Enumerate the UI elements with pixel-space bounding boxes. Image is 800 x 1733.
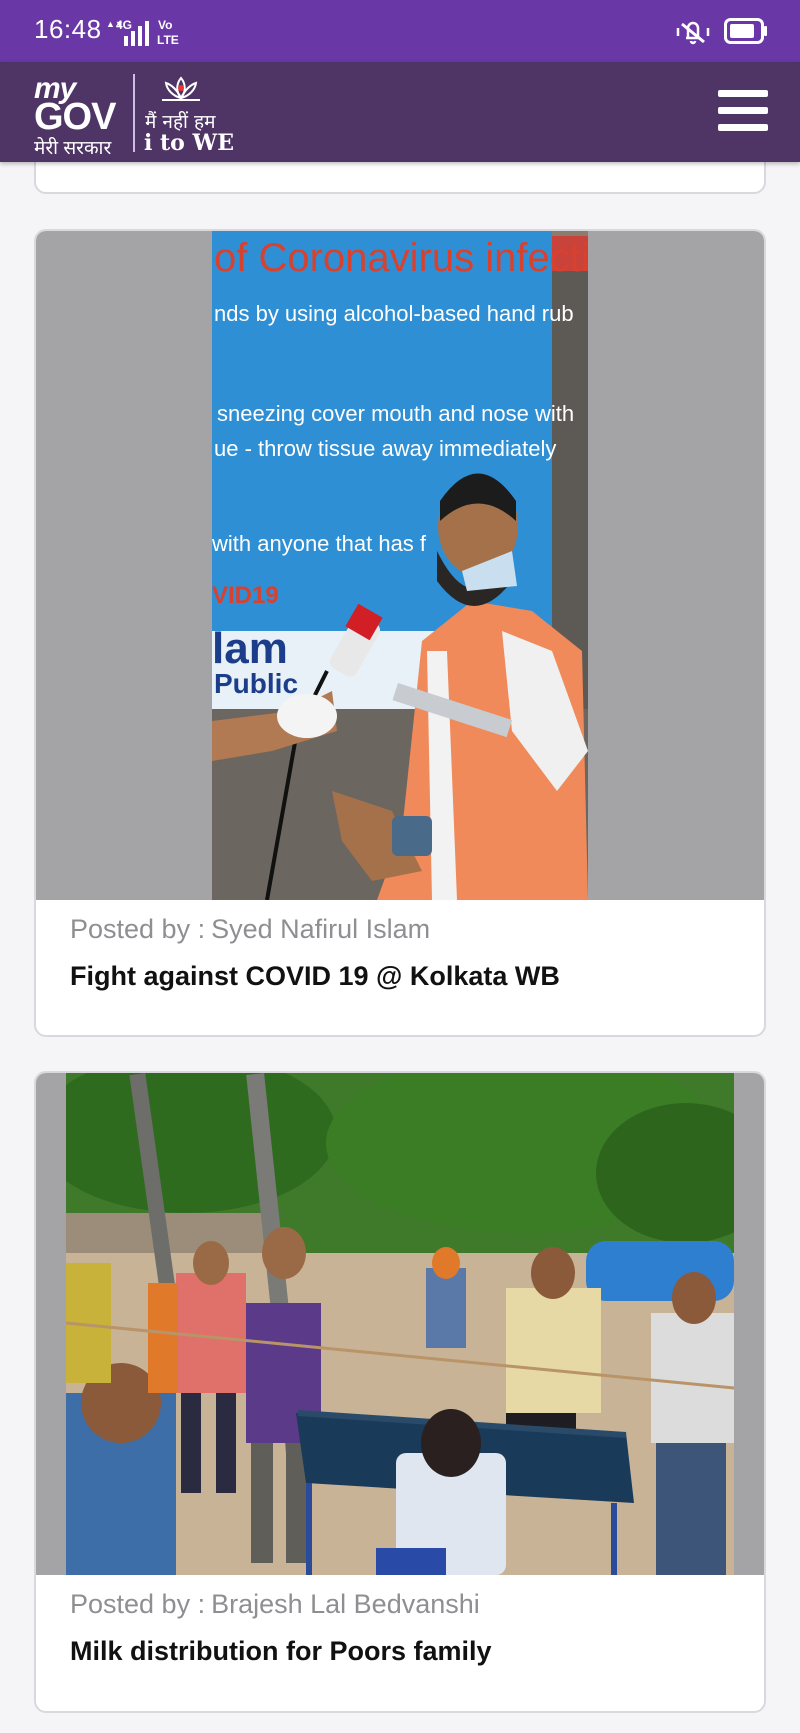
svg-text:ue - throw tissue away immedia: ue - throw tissue away immediately [214, 436, 556, 461]
app-header: my GOV मेरी सरकार मैं नहीं हम i to WE [0, 62, 800, 162]
logo-divider [133, 74, 135, 152]
signal-icon: ▲▼ 4G Vo LTE [106, 18, 179, 47]
post-card[interactable]: Posted by : Brajesh Lal Bedvanshi Milk d… [34, 1071, 766, 1713]
svg-text:LTE: LTE [157, 33, 179, 47]
logo-gov: GOV [34, 96, 116, 138]
post-body: Posted by : Syed Nafirul Islam Fight aga… [36, 900, 764, 992]
status-bar: 16:48 ▲▼ 4G Vo LTE [0, 0, 800, 62]
svg-text:with anyone that has f: with anyone that has f [212, 531, 427, 556]
svg-text:sneezing cover mouth and nose: sneezing cover mouth and nose with [217, 401, 574, 426]
post-image[interactable] [36, 1073, 764, 1575]
post-author: Posted by : Syed Nafirul Islam [70, 914, 764, 945]
svg-text:VID19: VID19 [212, 582, 279, 609]
lotus-emblem-icon [162, 76, 200, 101]
post-card[interactable]: of Coronavirus infection : nds by using … [34, 229, 766, 1037]
milk-distribution-photo [66, 1073, 734, 1575]
battery-icon [724, 18, 767, 44]
svg-text:of Coronavirus infection :: of Coronavirus infection : [214, 236, 588, 280]
author-name: Syed Nafirul Islam [211, 914, 431, 944]
post-body: Posted by : Brajesh Lal Bedvanshi Milk d… [36, 1575, 764, 1667]
status-right-icons [676, 16, 768, 46]
svg-text:Public: Public [214, 668, 298, 699]
status-time: 16:48 [34, 14, 102, 44]
network-type: 4G [116, 18, 132, 32]
svg-text:nds by using alcohol-based han: nds by using alcohol-based hand rub [214, 301, 574, 326]
logo-hindi-text: मेरी सरकार [34, 138, 112, 159]
post-author: Posted by : Brajesh Lal Bedvanshi [70, 1589, 764, 1620]
svg-text:lam: lam [212, 624, 288, 673]
tagline-english: i to WE [144, 130, 234, 156]
vibrate-icon [676, 21, 710, 45]
volte-icon: Vo [158, 18, 172, 32]
post-title[interactable]: Milk distribution for Poors family [70, 1636, 764, 1667]
covid-interview-photo: of Coronavirus infection : nds by using … [212, 231, 588, 900]
author-name: Brajesh Lal Bedvanshi [211, 1589, 480, 1619]
post-title[interactable]: Fight against COVID 19 @ Kolkata WB [70, 961, 764, 992]
post-image[interactable]: of Coronavirus infection : nds by using … [36, 231, 764, 900]
hamburger-menu-icon[interactable] [718, 90, 768, 132]
posted-by-label: Posted by : [70, 914, 206, 944]
posted-by-label: Posted by : [70, 1589, 206, 1619]
